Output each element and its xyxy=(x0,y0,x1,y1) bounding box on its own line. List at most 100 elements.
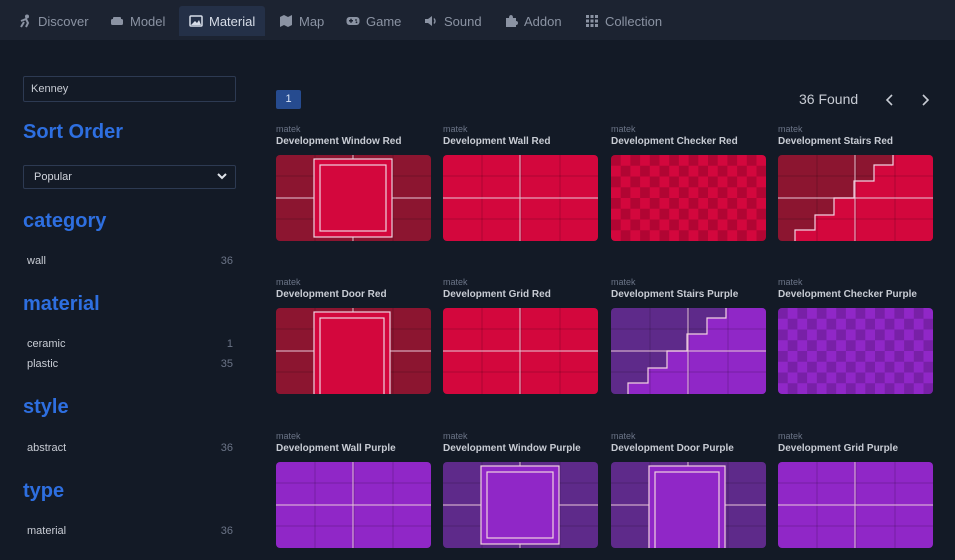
tab-game[interactable]: Game xyxy=(346,6,401,36)
facet-count: 36 xyxy=(220,255,233,267)
facet-label: ceramic xyxy=(27,338,66,350)
tab-label: Game xyxy=(366,13,402,29)
sort-order-heading: Sort Order xyxy=(23,121,124,143)
tab-discover[interactable]: Discover xyxy=(18,6,89,36)
card-author: matek xyxy=(778,124,803,134)
material-card[interactable]: matek Development Stairs Red xyxy=(778,124,933,241)
card-title: Development Grid Red xyxy=(443,289,551,300)
card-thumbnail[interactable] xyxy=(443,308,598,394)
sofa-icon xyxy=(111,17,123,25)
chevron-left-icon[interactable] xyxy=(884,93,896,107)
tab-model[interactable]: Model xyxy=(110,6,165,36)
facet-label: plastic xyxy=(27,358,59,370)
map-icon xyxy=(280,15,292,27)
card-title: Development Window Purple xyxy=(443,443,581,454)
card-title: Development Checker Purple xyxy=(778,289,917,300)
facet-heading-type: type xyxy=(23,480,65,502)
search-input[interactable] xyxy=(23,76,236,102)
card-thumbnail[interactable] xyxy=(778,462,933,548)
card-thumbnail[interactable] xyxy=(611,155,766,241)
facet-item-plastic[interactable]: plastic 35 xyxy=(27,358,233,370)
card-thumbnail[interactable] xyxy=(443,462,598,548)
material-card[interactable]: matek Development Grid Purple xyxy=(778,431,933,548)
tab-label: Discover xyxy=(38,13,89,29)
material-card[interactable]: matek Development Wall Red xyxy=(443,124,598,241)
facet-count: 1 xyxy=(226,338,233,350)
facet-heading-category: category xyxy=(23,210,107,232)
material-card[interactable]: matek Development Checker Red xyxy=(611,124,766,241)
card-thumbnail[interactable] xyxy=(778,308,933,394)
tab-label: Addon xyxy=(524,13,562,29)
card-author: matek xyxy=(443,124,468,134)
filter-sidebar: Sort Order Popular category wall 36 mate… xyxy=(0,40,255,560)
grid-icon xyxy=(586,15,598,27)
material-card[interactable]: matek Development Door Purple xyxy=(611,431,766,548)
facet-heading-style: style xyxy=(23,396,69,418)
card-title: Development Wall Red xyxy=(443,136,551,147)
results-panel: 1 36 Found matek Development Window Red ma… xyxy=(255,40,955,560)
facet-count: 36 xyxy=(220,442,233,454)
tab-label: Material xyxy=(209,13,256,29)
facet-count: 35 xyxy=(220,358,233,370)
card-thumbnail[interactable] xyxy=(276,308,431,394)
card-author: matek xyxy=(443,431,468,441)
material-card[interactable]: matek Development Door Red xyxy=(276,277,431,394)
puzzle-icon xyxy=(506,15,518,27)
tab-label: Map xyxy=(299,13,325,29)
material-card[interactable]: matek Development Window Purple xyxy=(443,431,598,548)
facet-item-abstract[interactable]: abstract 36 xyxy=(27,442,233,454)
facet-label: abstract xyxy=(27,442,67,454)
card-thumbnail[interactable] xyxy=(276,155,431,241)
card-thumbnail[interactable] xyxy=(778,155,933,241)
top-navigation: Discover Model Material Map Game Sound A… xyxy=(0,0,955,40)
material-card[interactable]: matek Development Wall Purple xyxy=(276,431,431,548)
card-title: Development Window Red xyxy=(276,136,402,147)
tab-map[interactable]: Map xyxy=(279,6,324,36)
gamepad-icon xyxy=(346,17,360,25)
facet-item-material[interactable]: material 36 xyxy=(27,525,233,537)
card-thumbnail[interactable] xyxy=(611,308,766,394)
card-author: matek xyxy=(611,431,636,441)
facet-label: wall xyxy=(27,255,46,267)
card-thumbnail[interactable] xyxy=(611,462,766,548)
card-author: matek xyxy=(276,431,301,441)
card-title: Development Stairs Purple xyxy=(611,289,739,300)
tab-sound[interactable]: Sound xyxy=(424,6,482,36)
sort-order-select[interactable]: Popular xyxy=(23,165,236,189)
tab-label: Collection xyxy=(605,13,663,29)
card-author: matek xyxy=(276,124,301,134)
tab-material[interactable]: Material xyxy=(179,6,266,36)
card-title: Development Wall Purple xyxy=(276,443,396,454)
tab-collection[interactable]: Collection xyxy=(585,6,662,36)
page-button[interactable]: 1 xyxy=(276,90,301,109)
sort-order-value: Popular xyxy=(34,171,72,183)
facet-heading-material: material xyxy=(23,293,100,315)
material-card[interactable]: matek Development Checker Purple xyxy=(778,277,933,394)
card-title: Development Stairs Red xyxy=(778,136,894,147)
speaker-icon xyxy=(425,16,436,26)
card-thumbnail[interactable] xyxy=(443,155,598,241)
person-icon xyxy=(20,14,30,28)
card-author: matek xyxy=(276,277,301,287)
image-icon xyxy=(189,15,203,27)
facet-item-wall[interactable]: wall 36 xyxy=(27,255,233,267)
material-card[interactable]: matek Development Grid Red xyxy=(443,277,598,394)
card-author: matek xyxy=(611,277,636,287)
results-count: 36 Found xyxy=(799,91,859,107)
facet-item-ceramic[interactable]: ceramic 1 xyxy=(27,338,233,350)
card-title: Development Door Purple xyxy=(611,443,734,454)
card-title: Development Checker Red xyxy=(611,136,738,147)
card-title: Development Door Red xyxy=(276,289,387,300)
card-author: matek xyxy=(611,124,636,134)
chevron-right-icon[interactable] xyxy=(919,93,931,107)
card-thumbnail[interactable] xyxy=(276,462,431,548)
card-author: matek xyxy=(778,277,803,287)
card-author: matek xyxy=(778,431,803,441)
tab-addon[interactable]: Addon xyxy=(504,6,562,36)
material-card[interactable]: matek Development Stairs Purple xyxy=(611,277,766,394)
tab-label: Model xyxy=(130,13,166,29)
material-card[interactable]: matek Development Window Red xyxy=(276,124,431,241)
chevron-down-icon xyxy=(217,173,227,180)
card-author: matek xyxy=(443,277,468,287)
tab-label: Sound xyxy=(444,13,482,29)
